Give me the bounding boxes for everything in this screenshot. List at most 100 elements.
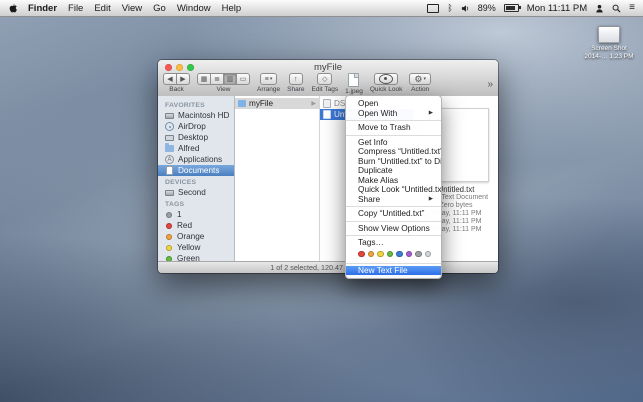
tag-color-purple[interactable] [405,250,412,258]
sidebar-item-documents[interactable]: Documents [158,165,234,176]
menu-separator [346,235,441,236]
hard-drive-icon [165,112,174,119]
sidebar-tag-1[interactable]: 1 [158,209,234,220]
sidebar-item-label: Applications [178,155,223,164]
toolbar-file-item[interactable]: 1.jpeg [345,73,363,95]
quick-look-button[interactable] [374,73,399,85]
battery-percent: 89% [477,3,496,13]
quick-look-label: Quick Look [369,86,403,93]
tag-color-yellow[interactable] [377,250,384,258]
menu-item-compress[interactable]: Compress “Untitled.txt” [346,147,441,157]
sidebar-tag-orange[interactable]: Orange [158,231,234,242]
sidebar-item-macintosh-hd[interactable]: Macintosh HD [158,110,234,121]
menu-tag-color-row [346,248,441,261]
desktop-file-screenshot[interactable]: Screen Shot 2014-… 1.23 PM [581,26,637,60]
tag-color-gray[interactable] [415,250,422,258]
menubar-status-area: ᛒ 89% Mon 11:11 PM ≡ [427,3,635,14]
tag-color-green[interactable] [386,250,393,258]
sidebar-item-label: Desktop [178,133,209,142]
view-group: ▦ ≣ ▥ ▭ View [197,73,250,93]
coverflow-view-button[interactable]: ▭ [236,73,250,85]
tag-color-blue[interactable] [396,250,403,258]
sidebar-tag-yellow[interactable]: Yellow [158,242,234,253]
menu-item-new-text-file[interactable]: New Text File [346,265,441,275]
chevron-right-icon: ▶ [311,101,316,107]
list-view-button[interactable]: ≣ [210,73,224,85]
menu-item-quick-look[interactable]: Quick Look “Untitled.txt” [346,185,441,195]
display-icon[interactable] [427,3,440,13]
sidebar-item-alfred[interactable]: Alfred [158,143,234,154]
sidebar-item-applications[interactable]: A Applications [158,154,234,165]
menu-file[interactable]: File [68,3,83,14]
icon-view-button[interactable]: ▦ [197,73,211,85]
sidebar-item-desktop[interactable]: Desktop [158,132,234,143]
apple-menu[interactable] [8,3,17,14]
share-group: ↑ Share [287,73,304,93]
column-1: myFile ▶ [235,96,320,262]
screenshot-label-line2: 2014-… 1.23 PM [584,52,634,60]
menu-item-duplicate[interactable]: Duplicate [346,166,441,176]
sidebar-item-airdrop[interactable]: AirDrop [158,121,234,132]
preview-size: Zero bytes [439,202,473,209]
file-icon [323,99,331,108]
spotlight-icon[interactable] [612,4,621,13]
forward-button[interactable]: ▶ [176,73,190,85]
menu-item-open[interactable]: Open [346,99,441,109]
share-button[interactable]: ↑ [289,73,303,85]
menu-edit[interactable]: Edit [94,3,110,14]
document-icon [348,73,360,87]
edit-tags-button[interactable]: ◇ [317,73,333,85]
tag-color-red[interactable] [358,250,365,258]
menu-item-burn[interactable]: Burn “Untitled.txt” to Disc… [346,157,441,167]
bluetooth-icon[interactable]: ᛒ [447,3,452,13]
action-button[interactable]: ⚙ ▾ [409,73,431,85]
window-content: FAVORITES Macintosh HD AirDrop Desktop A… [158,96,498,262]
menu-item-open-with[interactable]: Open With ▶ [346,109,441,119]
sidebar-item-label: Red [177,221,193,230]
notification-center-icon[interactable]: ≡ [629,3,635,13]
tag-color-orange[interactable] [367,250,374,258]
share-label: Share [287,86,305,93]
menu-view[interactable]: View [122,3,142,14]
preview-file-name: Untitled.txt [437,185,475,194]
context-menu: Open Open With ▶ Move to Trash Get Info C… [345,95,442,279]
view-label: View [216,86,231,93]
window-title: myFile [314,62,342,73]
arrange-group: ≡ ▾ Arrange [257,73,280,93]
menu-item-share[interactable]: Share ▶ [346,195,441,205]
battery-icon [503,4,521,12]
menu-help[interactable]: Help [222,3,242,14]
arrange-button[interactable]: ≡ ▾ [259,73,278,85]
applications-icon: A [165,155,174,164]
screenshot-label-line1: Screen Shot [591,45,627,52]
folder-row-myfile[interactable]: myFile ▶ [235,98,319,109]
sidebar-item-label: 1 [177,210,182,219]
action-label: Action [411,86,430,93]
menu-item-tags[interactable]: Tags… [346,238,441,248]
menu-bar: Finder File Edit View Go Window Help ᛒ 8… [0,0,643,17]
menu-item-show-view-options[interactable]: Show View Options [346,224,441,234]
menu-item-copy[interactable]: Copy “Untitled.txt” [346,209,441,219]
screenshot-thumbnail [598,26,620,43]
disk-icon [165,189,174,196]
tag-dot-yellow [166,244,172,251]
menubar-clock[interactable]: Mon 11:11 PM [527,3,587,14]
tag-color-none[interactable] [424,250,431,258]
screenshot-label: Screen Shot 2014-… 1.23 PM [584,45,633,60]
menu-window[interactable]: Window [177,3,211,14]
menu-go[interactable]: Go [153,3,166,14]
menu-item-make-alias[interactable]: Make Alias [346,176,441,186]
user-icon[interactable] [595,4,604,13]
sidebar-item-label: Documents [178,166,220,175]
volume-icon[interactable] [461,4,470,13]
toolbar-overflow-button[interactable]: » [487,79,493,90]
sidebar-item-second[interactable]: Second [158,187,234,198]
folder-row-label: myFile [249,99,274,108]
menu-finder[interactable]: Finder [28,3,57,14]
sidebar-tag-red[interactable]: Red [158,220,234,231]
back-button[interactable]: ◀ [163,73,177,85]
column-view-button[interactable]: ▥ [223,73,237,85]
menu-item-get-info[interactable]: Get Info [346,138,441,148]
quick-look-group: Quick Look [369,73,403,93]
menu-item-move-to-trash[interactable]: Move to Trash [346,123,441,133]
